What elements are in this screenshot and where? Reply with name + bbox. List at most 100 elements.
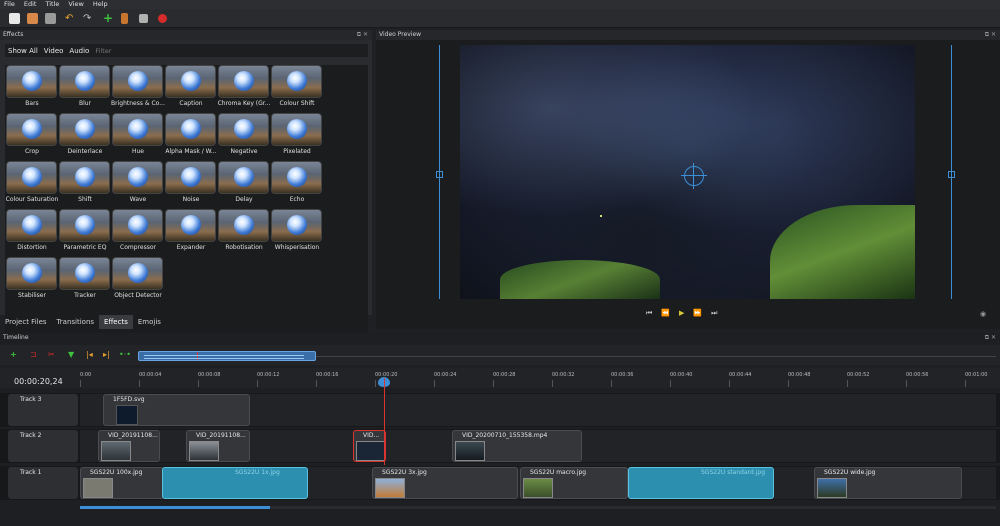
timeline-transition[interactable]: SGS22U 1x.jpg: [162, 467, 308, 499]
timeline-clip[interactable]: SGS22U 3x.jpg: [372, 467, 518, 499]
tab-project-files[interactable]: Project Files: [0, 315, 52, 329]
ruler-tick-label: 00:00:56: [906, 372, 929, 378]
timeline-clip[interactable]: VID_20200710_155358.mp4: [452, 430, 582, 462]
effect-label: Whisperisation: [274, 244, 320, 251]
fast-forward-icon[interactable]: ⏩: [693, 309, 702, 318]
filter-video[interactable]: Video: [41, 47, 67, 55]
timeline-clip[interactable]: 1F5FD.svg: [103, 394, 250, 426]
timeline-scrollbar[interactable]: [80, 506, 996, 509]
timeline-title: Timeline: [0, 333, 1000, 343]
dock-float-icon[interactable]: ⧉ ✕: [985, 31, 996, 39]
timeline-clip-selected[interactable]: VID...: [353, 430, 386, 462]
effect-item[interactable]: Shift: [58, 161, 112, 209]
play-icon[interactable]: ▶: [679, 309, 684, 318]
record-icon[interactable]: [158, 14, 167, 23]
effect-item[interactable]: Hue: [111, 113, 165, 161]
undo-icon[interactable]: ↶: [65, 13, 76, 24]
transform-handle-right[interactable]: [948, 171, 955, 178]
transform-handle-left[interactable]: [436, 171, 443, 178]
effect-item[interactable]: Object Detector: [111, 257, 165, 305]
menu-view[interactable]: View: [68, 0, 83, 9]
effect-item[interactable]: Expander: [164, 209, 218, 257]
effects-filter-input[interactable]: [92, 45, 368, 56]
timeline-ruler[interactable]: 00:00:20,24 0:00 00:00:04 00:00:08 00:00:12…: [0, 368, 1000, 388]
effect-item[interactable]: Pixelated: [270, 113, 324, 161]
effects-panel-title: Effects: [0, 30, 372, 40]
add-track-icon[interactable]: +: [10, 351, 17, 359]
track-header[interactable]: Track 2: [8, 430, 78, 462]
previous-marker-icon[interactable]: |◂: [86, 351, 93, 359]
effect-item[interactable]: Delay: [217, 161, 271, 209]
effect-item[interactable]: Tracker: [58, 257, 112, 305]
transform-center-handle[interactable]: [684, 166, 704, 186]
new-project-icon[interactable]: [9, 13, 20, 24]
filter-show-all[interactable]: Show All: [5, 47, 41, 55]
effect-item[interactable]: Alpha Mask / W...: [164, 113, 218, 161]
menu-help[interactable]: Help: [93, 0, 108, 9]
effect-item[interactable]: Bars: [5, 65, 59, 113]
snapping-icon[interactable]: ⊐: [30, 351, 37, 359]
timeline-clip[interactable]: SGS22U wide.jpg: [814, 467, 962, 499]
effect-item[interactable]: Colour Shift: [270, 65, 324, 113]
tab-effects[interactable]: Effects: [99, 315, 133, 329]
razor-icon[interactable]: ✂: [48, 351, 55, 359]
effect-item[interactable]: Crop: [5, 113, 59, 161]
clip-thumbnail: [375, 478, 405, 498]
timeline-minimap[interactable]: [138, 351, 316, 361]
effect-item[interactable]: Stabiliser: [5, 257, 59, 305]
effect-item[interactable]: Whisperisation: [270, 209, 324, 257]
effect-thumbnail: [6, 161, 57, 194]
effect-thumbnail: [59, 209, 110, 242]
effect-thumbnail: [112, 161, 163, 194]
add-marker-icon[interactable]: ▼: [68, 351, 74, 359]
timeline-clip[interactable]: VID_20191108...: [98, 430, 160, 462]
jump-start-icon[interactable]: ⏮: [646, 309, 652, 318]
effect-item[interactable]: Blur: [58, 65, 112, 113]
redo-icon[interactable]: ↷: [83, 13, 94, 24]
dock-float-icon[interactable]: ⧉ ✕: [985, 334, 996, 342]
effect-item[interactable]: Robotisation: [217, 209, 271, 257]
effect-item[interactable]: Caption: [164, 65, 218, 113]
next-marker-icon[interactable]: ▸|: [103, 351, 110, 359]
effect-item[interactable]: Brightness & Co...: [111, 65, 165, 113]
effect-label: Echo: [289, 196, 305, 203]
add-files-icon[interactable]: +: [103, 12, 114, 24]
effect-item[interactable]: Wave: [111, 161, 165, 209]
effect-item[interactable]: Colour Saturation: [5, 161, 59, 209]
effect-item[interactable]: Deinterlace: [58, 113, 112, 161]
timeline-clip[interactable]: SGS22U macro.jpg: [520, 467, 628, 499]
timeline-clip[interactable]: SGS22U 100x.jpg: [80, 467, 164, 499]
profile-icon[interactable]: [121, 13, 128, 24]
tab-emojis[interactable]: Emojis: [133, 315, 166, 329]
effect-item[interactable]: Parametric EQ: [58, 209, 112, 257]
effect-item[interactable]: Chroma Key (Gr...: [217, 65, 271, 113]
track-header[interactable]: Track 3: [8, 394, 78, 426]
effect-label: Wave: [129, 196, 147, 203]
tab-transitions[interactable]: Transitions: [52, 315, 100, 329]
menu-edit[interactable]: Edit: [24, 0, 37, 9]
save-project-icon[interactable]: [45, 13, 56, 24]
timeline-transition[interactable]: SGS22U standard.jpg: [628, 467, 774, 499]
ruler-tick-label: 00:00:48: [788, 372, 811, 378]
track-3: Track 3 1F5FD.svg: [0, 393, 1000, 427]
open-project-icon[interactable]: [27, 13, 38, 24]
menu-file[interactable]: File: [4, 0, 15, 9]
fullscreen-icon[interactable]: [139, 14, 148, 23]
filter-audio[interactable]: Audio: [66, 47, 92, 55]
effect-item[interactable]: Noise: [164, 161, 218, 209]
timeline-clip[interactable]: VID_20191108...: [186, 430, 250, 462]
effect-item[interactable]: Echo: [270, 161, 324, 209]
effect-item[interactable]: Distortion: [5, 209, 59, 257]
rewind-icon[interactable]: ⏪: [661, 309, 670, 318]
timeline-toolbar: + ⊐ ✂ ▼ |◂ ▸| •·•: [0, 345, 1000, 365]
center-timeline-icon[interactable]: •·•: [119, 351, 131, 359]
camera-icon[interactable]: ◉: [980, 310, 986, 318]
playhead[interactable]: [384, 378, 385, 465]
track-header[interactable]: Track 1: [8, 467, 78, 499]
effect-item[interactable]: Negative: [217, 113, 271, 161]
effect-item[interactable]: Compressor: [111, 209, 165, 257]
menu-title[interactable]: Title: [45, 0, 59, 9]
effect-label: Deinterlace: [67, 148, 103, 155]
dock-float-icon[interactable]: ⧉ ✕: [357, 31, 368, 39]
jump-end-icon[interactable]: ⏭: [711, 309, 717, 318]
